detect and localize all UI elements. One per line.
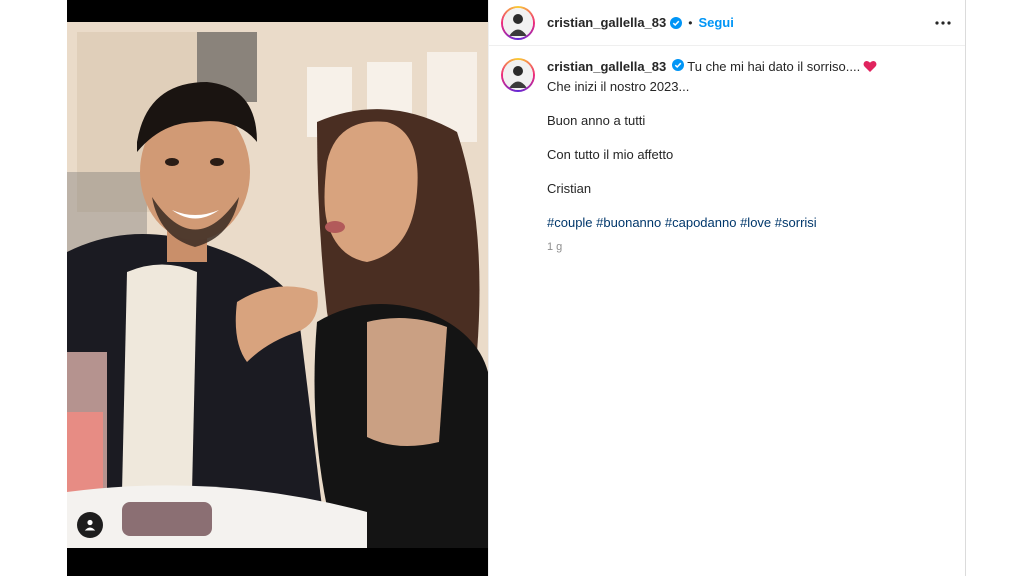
avatar-image — [503, 60, 533, 90]
caption-line-4: Con tutto il mio affetto — [547, 147, 674, 162]
post-sidebar: cristian_gallella_83 • Segui cristian_ga… — [488, 0, 966, 576]
username-link[interactable]: cristian_gallella_83 — [547, 15, 666, 30]
hashtag-link[interactable]: #love — [740, 215, 771, 230]
more-options-button[interactable] — [935, 13, 951, 33]
caption-line-3: Buon anno a tutti — [547, 113, 646, 128]
verified-badge-icon — [670, 16, 683, 29]
post-timestamp[interactable]: 1 g — [547, 238, 877, 256]
hashtag-link[interactable]: #sorrisi — [775, 215, 817, 230]
hashtag-link[interactable]: #couple — [547, 215, 593, 230]
caption-line-5: Cristian — [547, 181, 592, 196]
post-header: cristian_gallella_83 • Segui — [489, 0, 965, 46]
red-heart-icon — [863, 60, 877, 78]
tagged-users-button[interactable] — [77, 512, 103, 538]
photo-illustration — [67, 22, 488, 548]
hashtag-link[interactable]: #buonanno — [596, 215, 661, 230]
caption-username-link[interactable]: cristian_gallella_83 — [547, 59, 666, 74]
separator-dot: • — [688, 15, 693, 30]
caption-avatar[interactable] — [501, 58, 535, 92]
follow-button[interactable]: Segui — [698, 15, 733, 30]
caption-line-2: Che inizi il nostro 2023... — [547, 79, 690, 94]
user-tag-icon — [84, 519, 96, 531]
avatar[interactable] — [501, 5, 535, 40]
hashtag-link[interactable]: #capodanno — [665, 215, 737, 230]
caption-line-1: Tu che mi hai dato il sorriso.... — [687, 59, 861, 74]
verified-badge-icon — [671, 59, 684, 71]
more-options-icon — [935, 20, 951, 25]
caption-text: cristian_gallella_83 Tu che mi hai dato … — [547, 58, 877, 256]
instagram-post: cristian_gallella_83 • Segui cristian_ga… — [67, 0, 966, 576]
post-media — [67, 0, 488, 576]
hashtags: #couple #buonanno #capodanno #love #sorr… — [547, 214, 877, 232]
post-photo[interactable] — [67, 22, 488, 548]
avatar-image — [503, 7, 533, 38]
caption: cristian_gallella_83 Tu che mi hai dato … — [489, 46, 965, 256]
